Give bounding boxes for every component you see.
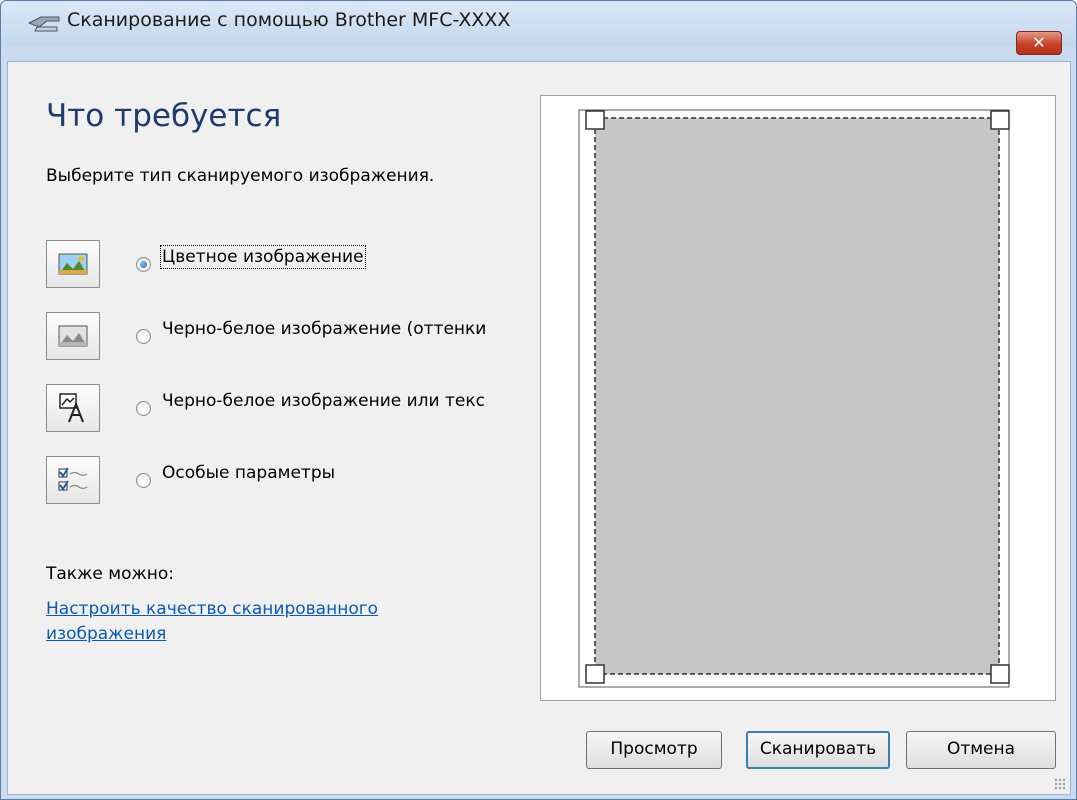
resize-grip-icon[interactable] <box>1054 778 1066 790</box>
dialog-body: Что требуется Выберите тип сканируемого … <box>7 61 1071 795</box>
page-title: Что требуется <box>46 98 282 134</box>
bw-text-radio[interactable] <box>136 401 151 416</box>
custom-settings-icon[interactable] <box>46 456 100 504</box>
color-picture-label[interactable]: Цветное изображение <box>160 245 366 269</box>
title-bar[interactable]: Сканирование с помощью Brother MFC-XXXX <box>1 1 1076 45</box>
scan-preview-canvas[interactable] <box>541 96 1055 700</box>
scanner-icon <box>27 16 60 32</box>
custom-settings-radio[interactable] <box>136 473 151 488</box>
adjust-quality-link[interactable]: Настроить качество сканированного изобра… <box>46 597 466 647</box>
cancel-button[interactable]: Отмена <box>906 731 1056 769</box>
crop-handle-top-right <box>990 110 1010 130</box>
scan-button[interactable]: Сканировать <box>746 731 890 769</box>
color-picture-icon[interactable] <box>46 240 100 288</box>
crop-handle-top-left <box>585 110 605 130</box>
page-subtitle: Выберите тип сканируемого изображения. <box>46 166 435 186</box>
grayscale-picture-icon[interactable] <box>46 312 100 360</box>
window-title: Сканирование с помощью Brother MFC-XXXX <box>67 9 511 31</box>
close-icon: ✕ <box>1032 33 1046 52</box>
custom-settings-label[interactable]: Особые параметры <box>162 463 335 483</box>
options-panel: Что требуется Выберите тип сканируемого … <box>8 62 536 662</box>
bw-text-label[interactable]: Черно-белое изображение или текс <box>162 391 485 411</box>
also-label: Также можно: <box>46 564 175 584</box>
scan-dialog: Сканирование с помощью Brother MFC-XXXX … <box>0 0 1077 800</box>
bw-text-icon[interactable] <box>46 384 100 432</box>
preview-button[interactable]: Просмотр <box>586 731 722 769</box>
grayscale-picture-radio[interactable] <box>136 329 151 344</box>
scan-preview <box>540 95 1056 701</box>
crop-handle-bottom-right <box>990 664 1010 684</box>
grayscale-picture-label[interactable]: Черно-белое изображение (оттенки <box>162 319 486 339</box>
close-button[interactable]: ✕ <box>1016 31 1062 55</box>
color-picture-radio[interactable] <box>136 257 151 272</box>
crop-handle-bottom-left <box>585 664 605 684</box>
